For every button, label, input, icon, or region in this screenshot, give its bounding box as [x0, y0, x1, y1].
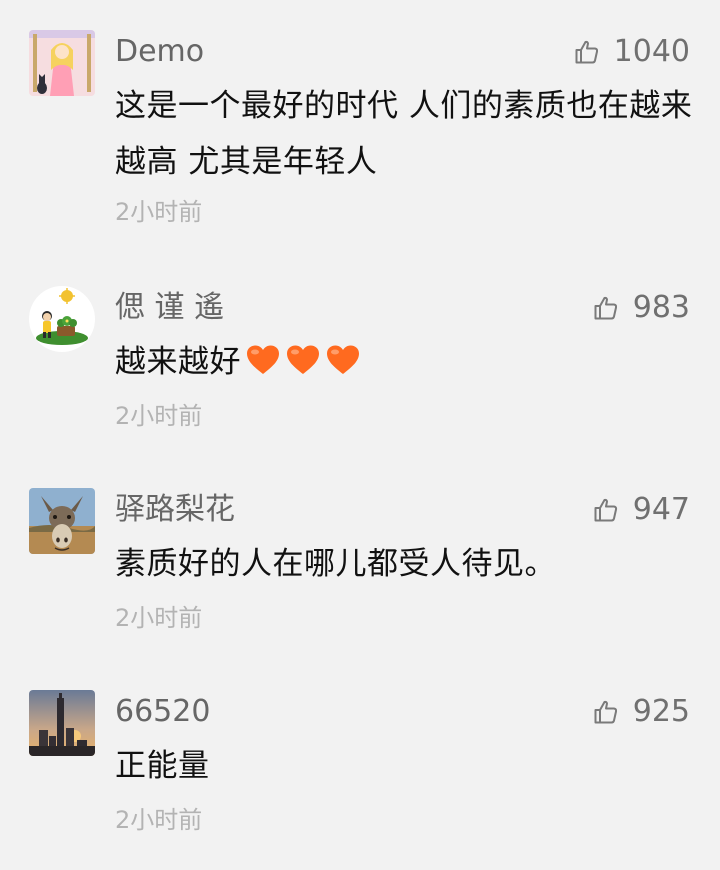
timestamp: 2小时前 — [115, 604, 203, 632]
thumbs-up-icon — [575, 40, 598, 64]
like-count: 983 — [632, 290, 690, 325]
orange-heart-icon — [247, 345, 279, 374]
donkey-avatar-image — [29, 488, 95, 554]
like-button[interactable]: 1040 — [574, 30, 690, 74]
username[interactable]: 66520 — [115, 690, 210, 734]
timestamp: 2小时前 — [115, 198, 203, 226]
timestamp: 2小时前 — [115, 806, 203, 834]
like-count: 925 — [632, 694, 690, 729]
username[interactable]: Demo — [115, 30, 204, 74]
comment-item: 偲 谨 遙 983 越来越好 2小时前 — [0, 276, 720, 466]
like-button[interactable]: 925 — [593, 690, 690, 734]
avatar[interactable] — [29, 286, 95, 352]
avatar[interactable] — [29, 690, 95, 756]
like-button[interactable]: 947 — [593, 488, 690, 532]
like-button[interactable]: 983 — [593, 286, 690, 330]
comment-item: 66520 925 正能量 2小时前 — [0, 680, 720, 870]
comment-list: Demo 1040 这是一个最好的时代 人们的素质也在越来越高 尤其是年轻人 2… — [0, 0, 720, 851]
like-count: 947 — [632, 492, 690, 527]
like-count: 1040 — [613, 34, 690, 69]
cartoon-girl-avatar-image — [29, 30, 95, 96]
city-sunset-avatar-image — [29, 690, 95, 756]
thumbs-up-icon — [594, 296, 617, 320]
cartoon-child-avatar-image — [29, 286, 95, 352]
username[interactable]: 驿路梨花 — [115, 488, 235, 532]
timestamp: 2小时前 — [115, 402, 203, 430]
comment-text: 这是一个最好的时代 人们的素质也在越来越高 尤其是年轻人 — [115, 88, 693, 180]
comment-text: 正能量 — [115, 748, 210, 784]
comment-text: 素质好的人在哪儿都受人待见。 — [115, 546, 556, 582]
thumbs-up-icon — [594, 700, 617, 724]
comment-item: 驿路梨花 947 素质好的人在哪儿都受人待见。 2小时前 — [0, 478, 720, 668]
thumbs-up-icon — [594, 498, 617, 522]
comment-text-body: 越来越好 — [115, 344, 241, 380]
username[interactable]: 偲 谨 遙 — [115, 286, 224, 330]
comment-item: Demo 1040 这是一个最好的时代 人们的素质也在越来越高 尤其是年轻人 2… — [0, 20, 720, 226]
orange-heart-icon — [287, 345, 319, 374]
avatar[interactable] — [29, 488, 95, 554]
orange-heart-icon — [327, 345, 359, 374]
comment-text: 越来越好 — [115, 334, 695, 390]
avatar[interactable] — [29, 30, 95, 96]
